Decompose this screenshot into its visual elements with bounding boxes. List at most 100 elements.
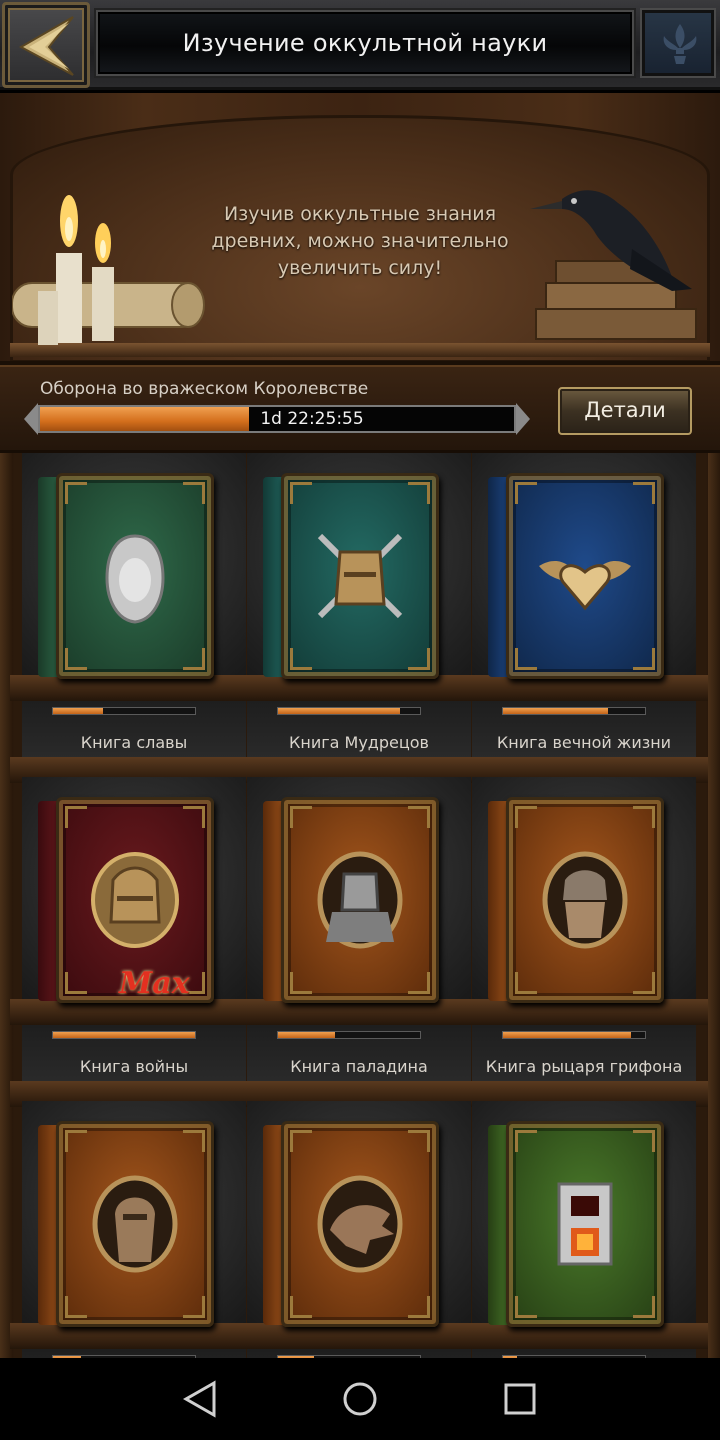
book-1-button[interactable] <box>38 473 214 683</box>
event-timer: 1d 22:25:55 <box>24 403 530 435</box>
cover-corner-icon <box>183 1130 205 1152</box>
book-name: Книга вечной жизни <box>496 733 672 752</box>
griffon-knight-icon <box>542 851 628 949</box>
book-cover <box>56 473 214 679</box>
book-name: Книга славы <box>80 733 188 752</box>
max-level-badge: Max <box>119 966 190 1001</box>
book-slot <box>10 1101 258 1358</box>
cover-corner-icon <box>515 806 537 828</box>
books-grid: Книга славы Книга Мудрецов Книга вечной жи… <box>0 453 720 1358</box>
cover-corner-icon <box>515 972 537 994</box>
cover-corner-icon <box>515 1296 537 1318</box>
armored-knight-icon <box>317 851 403 949</box>
book-progress-fill <box>503 708 609 714</box>
book-progress-bar <box>277 707 421 715</box>
cover-corner-icon <box>65 1296 87 1318</box>
cover-corner-icon <box>65 648 87 670</box>
book-slot <box>235 1101 483 1358</box>
page-title: Изучение оккультной науки <box>182 29 548 57</box>
event-title: Оборона во вражеском Королевстве <box>40 379 369 399</box>
cover-corner-icon <box>183 648 205 670</box>
book-progress-fill <box>53 1032 195 1038</box>
hooded-warrior-icon <box>92 1175 178 1273</box>
fleur-de-lis-emblem <box>640 8 716 78</box>
book-cover <box>506 797 664 1003</box>
book-cover <box>506 473 664 679</box>
raven-books-icon <box>530 190 697 340</box>
book-progress-fill <box>503 1032 631 1038</box>
book-4-button[interactable]: Max <box>38 797 214 1007</box>
android-nav-bar <box>0 1358 720 1440</box>
book-progress-fill <box>278 1032 335 1038</box>
back-arrow-icon <box>18 16 74 76</box>
event-panel: Оборона во вражеском Королевстве 1d 22:2… <box>0 365 720 453</box>
book-2-button[interactable] <box>263 473 439 683</box>
top-bar: Изучение оккультной науки <box>0 0 720 90</box>
cover-corner-icon <box>515 648 537 670</box>
book-cover: Max <box>56 797 214 1003</box>
timer-left-cap-icon <box>24 403 38 435</box>
cover-corner-icon <box>408 482 430 504</box>
book-progress-bar <box>52 1031 196 1039</box>
cover-corner-icon <box>408 648 430 670</box>
cover-corner-icon <box>408 1130 430 1152</box>
cover-corner-icon <box>633 806 655 828</box>
book-8-button[interactable] <box>263 1121 439 1331</box>
cover-corner-icon <box>290 482 312 504</box>
book-slot: Max Книга войны <box>10 777 258 1107</box>
cover-corner-icon <box>183 1296 205 1318</box>
cover-corner-icon <box>183 482 205 504</box>
book-6-button[interactable] <box>488 797 664 1007</box>
cover-corner-icon <box>290 806 312 828</box>
cover-corner-icon <box>290 1130 312 1152</box>
cover-corner-icon <box>515 482 537 504</box>
book-name: Книга рыцаря грифона <box>485 1057 683 1076</box>
cover-corner-icon <box>290 972 312 994</box>
book-cover <box>281 797 439 1003</box>
bookcase-right-side <box>708 453 720 1358</box>
bookcase-left-side <box>0 453 12 1358</box>
home-circle-icon[interactable] <box>341 1380 379 1418</box>
book-name: Книга войны <box>79 1057 189 1076</box>
knight-helmet-swords-icon <box>317 533 403 619</box>
cover-corner-icon <box>65 806 87 828</box>
details-button[interactable]: Детали <box>558 387 692 435</box>
cover-corner-icon <box>290 1296 312 1318</box>
cover-corner-icon <box>633 1296 655 1318</box>
book-progress-bar <box>502 1031 646 1039</box>
back-button[interactable] <box>2 2 90 88</box>
cover-corner-icon <box>65 1130 87 1152</box>
book-cover <box>281 1121 439 1327</box>
title-plate: Изучение оккультной науки <box>96 10 634 76</box>
book-progress-bar <box>502 707 646 715</box>
winged-heart-icon <box>539 560 631 611</box>
cover-corner-icon <box>183 806 205 828</box>
book-progress-bar <box>277 1031 421 1039</box>
book-slot: Книга паладина <box>235 777 483 1107</box>
book-cover <box>281 473 439 679</box>
book-7-button[interactable] <box>38 1121 214 1331</box>
tower-furnace-icon <box>557 1182 613 1266</box>
back-triangle-icon[interactable] <box>182 1380 218 1418</box>
book-progress-fill <box>53 708 103 714</box>
timer-track: 1d 22:25:55 <box>38 405 516 433</box>
book-3-button[interactable] <box>488 473 664 683</box>
cover-corner-icon <box>290 648 312 670</box>
book-progress-bar <box>52 707 196 715</box>
book-progress-fill <box>278 708 401 714</box>
cover-corner-icon <box>633 972 655 994</box>
fleur-de-lis-icon <box>663 24 697 64</box>
book-slot: Книга вечной жизни <box>460 453 708 783</box>
cover-corner-icon <box>515 1130 537 1152</box>
cover-corner-icon <box>633 1130 655 1152</box>
banner-description: Изучив оккультные знания древних, можно … <box>211 203 509 279</box>
book-slot: Книга Мудрецов <box>235 453 483 783</box>
book-slot: Книга славы <box>10 453 258 783</box>
knight-helmet-icon <box>91 852 179 948</box>
book-5-button[interactable] <box>263 797 439 1007</box>
cover-corner-icon <box>633 482 655 504</box>
book-9-button[interactable] <box>488 1121 664 1331</box>
book-name: Книга паладина <box>290 1057 428 1076</box>
cover-corner-icon <box>65 482 87 504</box>
recents-square-icon[interactable] <box>502 1380 538 1418</box>
